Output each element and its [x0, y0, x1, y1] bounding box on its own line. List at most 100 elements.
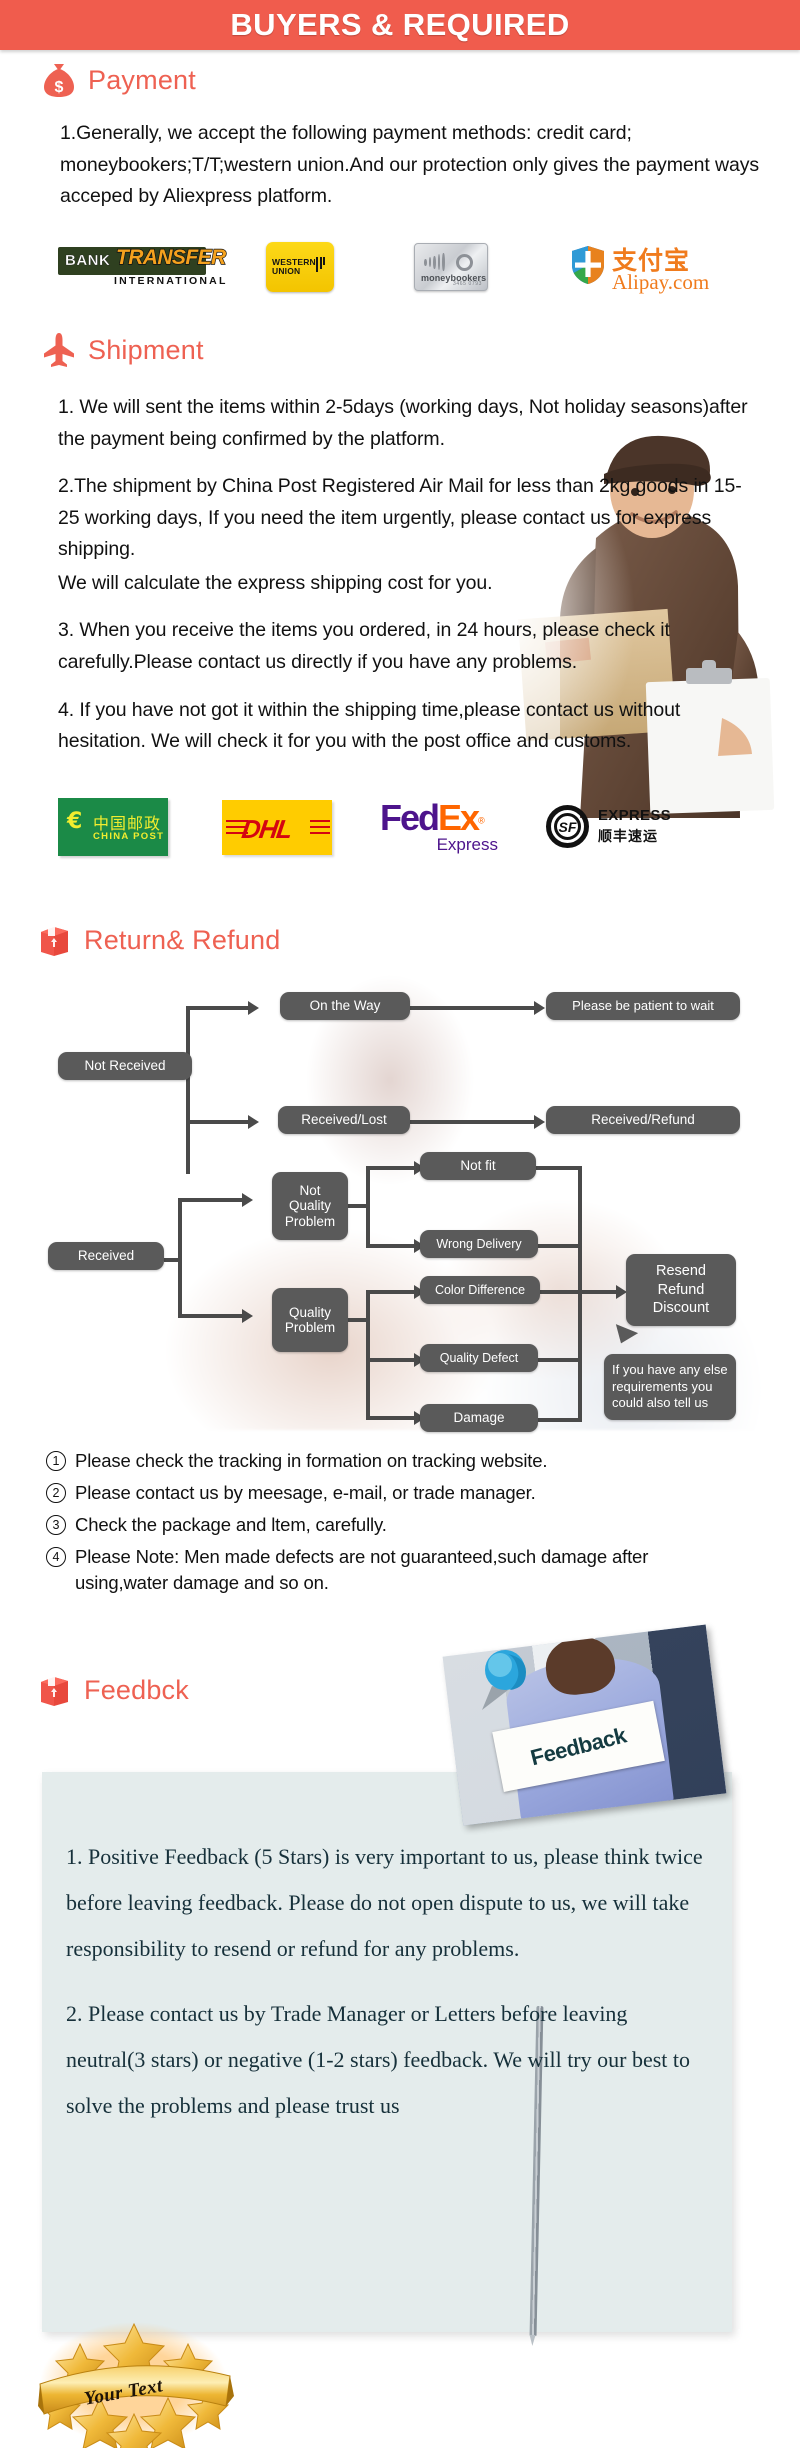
china-post-mark-icon: €: [67, 809, 83, 834]
fedex-logo: FedEx® Express: [380, 797, 512, 857]
flow-arrow-on-the-way: [248, 1001, 259, 1015]
flow-arrow-quality-problem: [242, 1309, 253, 1323]
flow-node-damage[interactable]: Damage: [420, 1404, 538, 1432]
section-title-payment: Payment: [88, 64, 196, 95]
feedback-body: 1. Positive Feedback (5 Stars) is very i…: [66, 1834, 706, 2147]
flow-node-label: Damage: [453, 1410, 505, 1426]
flow-node-label: Color Difference: [434, 1283, 526, 1297]
list-item: 3 Check the package and ltem, carefully.: [46, 1512, 766, 1537]
flow-node-resend-refund-discount[interactable]: Resend Refund Discount: [626, 1254, 736, 1326]
flow-arrow-not-quality: [242, 1193, 253, 1207]
return-refund-numbered-list: 1 Please check the tracking in formation…: [46, 1448, 766, 1602]
flow-node-label: Received: [77, 1248, 135, 1264]
flow-line-collector-bus: [578, 1166, 582, 1422]
bank-transfer-word1: BANK: [65, 252, 111, 269]
section-header-feedback: Feedbck: [38, 1672, 189, 1708]
fedex-fed-text: Fed: [380, 797, 440, 838]
shipping-logo-row: € 中国邮政 CHINA POST DHL FedEx® Express SF …: [58, 795, 778, 859]
flow-line-rl-rr: [410, 1120, 536, 1124]
flow-node-label: Wrong Delivery: [436, 1237, 522, 1251]
moneybookers-wave-icon: [424, 253, 445, 271]
flow-node-label: If you have any else requirements you co…: [612, 1362, 728, 1411]
flow-node-received-lost[interactable]: Received/Lost: [278, 1106, 410, 1134]
shipment-paragraph-1: 1. We will sent the items within 2-5days…: [58, 396, 748, 450]
sf-express-cn-text: 顺丰速运: [598, 829, 658, 845]
list-text-3: Check the package and ltem, carefully.: [75, 1514, 387, 1536]
flow-node-label: Not Quality Problem: [284, 1183, 336, 1229]
flow-arrow-received-refund: [534, 1115, 545, 1129]
moneybookers-ring-icon: [456, 254, 473, 271]
flow-node-not-quality-problem[interactable]: Not Quality Problem: [272, 1172, 348, 1240]
flow-line-rcv-stem: [164, 1258, 182, 1262]
flow-node-label: Quality Problem: [284, 1304, 336, 1335]
flow-node-any-else-requirements[interactable]: If you have any else requirements you co…: [604, 1354, 736, 1420]
china-post-en-text: CHINA POST: [93, 831, 165, 842]
airplane-icon: [42, 332, 76, 368]
list-item: 4 Please Note: Men made defects are not …: [46, 1544, 766, 1594]
sf-express-logo: SF EXPRESS 顺丰速运: [546, 802, 674, 852]
flow-node-not-received[interactable]: Not Received: [58, 1052, 192, 1080]
flow-line-rcv-down: [178, 1314, 244, 1318]
payment-logo-row: BANK TRANSFER INTERNATIONAL WESTERN UNIO…: [58, 238, 758, 296]
flow-node-label: Received/Lost: [301, 1112, 387, 1128]
flow-node-on-the-way[interactable]: On the Way: [280, 992, 410, 1020]
flow-line-defect-out: [538, 1358, 582, 1362]
flow-line-notfit-out: [534, 1166, 582, 1170]
flow-node-label: Please be patient to wait: [572, 997, 714, 1013]
list-number-2: 2: [46, 1483, 66, 1504]
flow-line-nr-up: [186, 1006, 250, 1010]
flow-node-color-difference[interactable]: Color Difference: [420, 1276, 540, 1304]
flow-node-received[interactable]: Received: [48, 1242, 164, 1270]
flow-line-nr-down: [186, 1120, 250, 1124]
china-post-logo: € 中国邮政 CHINA POST: [58, 798, 168, 856]
sf-express-en-text: EXPRESS: [598, 807, 671, 824]
flow-node-quality-problem[interactable]: Quality Problem: [272, 1288, 348, 1352]
alipay-shield-icon: [570, 245, 606, 290]
bank-transfer-logo: BANK TRANSFER INTERNATIONAL: [58, 241, 227, 293]
flow-line-q-damage: [366, 1416, 416, 1420]
shipment-body: 1. We will sent the items within 2-5days…: [58, 392, 758, 758]
page-banner: BUYERS & REQUIRED: [0, 0, 800, 50]
flow-line-q-color: [366, 1290, 416, 1294]
section-title-shipment: Shipment: [88, 334, 204, 365]
moneybookers-logo: moneybookers 3465 0793: [414, 243, 488, 291]
money-bag-icon: $: [42, 62, 76, 98]
flow-line-color-out: [538, 1290, 582, 1294]
alipay-en-text: Alipay.com: [612, 270, 710, 294]
list-number-4: 4: [46, 1547, 66, 1568]
flow-arrow-be-patient: [534, 1001, 545, 1015]
return-box-icon: [38, 1672, 72, 1708]
bank-transfer-word2: TRANSFER: [115, 245, 227, 269]
return-refund-flowchart: Not Received On the Way Please be patien…: [0, 960, 800, 1432]
moneybookers-number: 3465 0793: [452, 281, 482, 287]
western-union-bars-icon: [316, 257, 325, 272]
gold-star-badge: Your Text: [38, 2318, 238, 2453]
flow-node-label: Resend Refund Discount: [652, 1262, 710, 1317]
return-box-icon: [38, 922, 72, 958]
flow-line-damage-out: [538, 1418, 582, 1422]
alipay-logo: 支付宝 Alipay.com: [570, 241, 730, 294]
svg-text:$: $: [55, 79, 64, 96]
flow-line-q-defect: [366, 1358, 416, 1362]
section-header-return-refund: Return& Refund: [38, 922, 280, 958]
flow-node-wrong-delivery[interactable]: Wrong Delivery: [420, 1230, 538, 1258]
flow-line-otw-bp: [410, 1006, 536, 1010]
flow-node-quality-defect[interactable]: Quality Defect: [420, 1344, 538, 1372]
flow-node-label: Not fit: [460, 1158, 496, 1174]
list-item: 1 Please check the tracking in formation…: [46, 1448, 766, 1473]
flow-node-not-fit[interactable]: Not fit: [420, 1152, 536, 1180]
flow-node-received-refund[interactable]: Received/Refund: [546, 1106, 740, 1134]
fedex-express-text: Express: [436, 835, 498, 854]
flow-node-label: On the Way: [309, 998, 381, 1014]
flow-node-be-patient[interactable]: Please be patient to wait: [546, 992, 740, 1020]
page-title: BUYERS & REQUIRED: [230, 7, 570, 42]
fedex-ex-text: Ex: [438, 797, 480, 838]
list-number-3: 3: [46, 1515, 66, 1536]
shipment-paragraph-3: We will calculate the express shipping c…: [58, 571, 493, 594]
pushpin-icon: [478, 1646, 540, 1723]
list-item: 2 Please contact us by meesage, e-mail, …: [46, 1480, 766, 1505]
flow-line-nq-wd: [366, 1244, 416, 1248]
dhl-wordmark: DHL: [239, 813, 294, 844]
sf-mark-text: SF: [554, 813, 581, 840]
western-union-text: WESTERN UNION: [272, 257, 316, 276]
